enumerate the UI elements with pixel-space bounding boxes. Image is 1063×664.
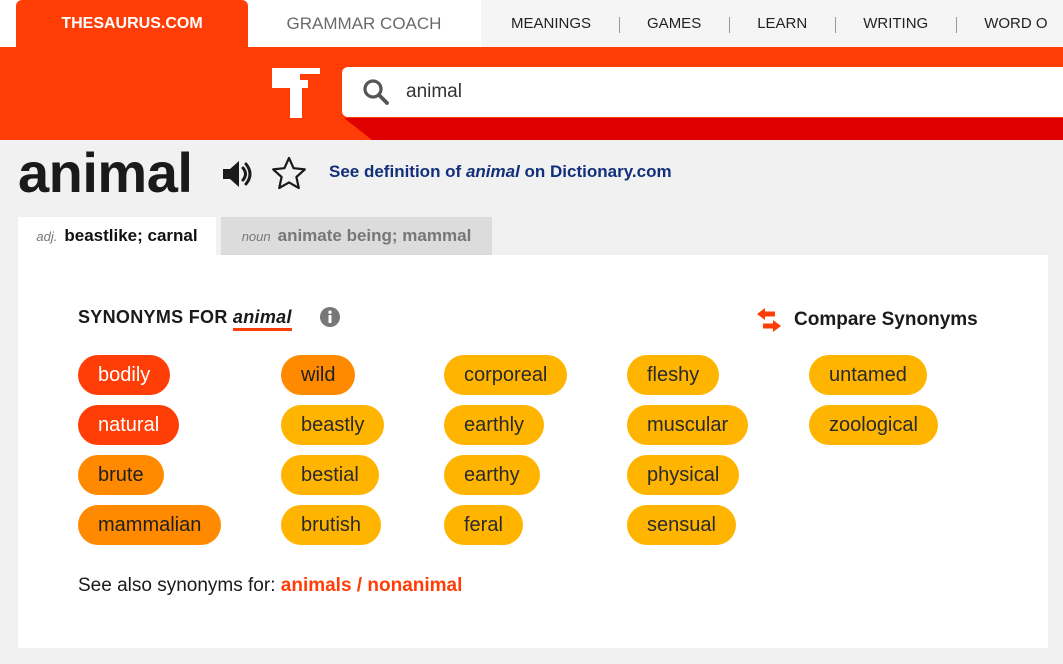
compare-synonyms-button[interactable]: Compare Synonyms (755, 307, 978, 333)
synonym-pill-mammalian[interactable]: mammalian (78, 505, 222, 545)
synonym-pill-brutish[interactable]: brutish (281, 505, 382, 545)
synonym-pill-earthy[interactable]: earthy (444, 455, 540, 495)
tab-sense-label: beastlike; carnal (64, 226, 198, 245)
synonym-pill-zoological[interactable]: zoological (809, 405, 938, 445)
synonym-pill-brute[interactable]: brute (78, 455, 164, 495)
search-icon[interactable] (362, 78, 390, 106)
synonym-pill-untamed[interactable]: untamed (809, 355, 927, 395)
synonym-pill-natural[interactable]: natural (78, 405, 180, 445)
synonym-pill-bestial[interactable]: bestial (281, 455, 379, 495)
tab-noun[interactable]: noun animate being; mammal (221, 217, 492, 255)
synonym-pill-earthly[interactable]: earthly (444, 405, 545, 445)
nav-link-games[interactable]: GAMES (619, 15, 729, 33)
top-nav: THESAURUS.COM GRAMMAR COACH MEANINGS GAM… (0, 0, 1063, 47)
synonym-pill-feral[interactable]: feral (444, 505, 523, 545)
see-also-link-animals[interactable]: animals (281, 575, 352, 596)
brand-tab[interactable]: THESAURUS.COM (16, 0, 248, 47)
synonyms-heading-prefix: SYNONYMS FOR (78, 307, 233, 327)
synonym-pill-physical[interactable]: physical (627, 455, 740, 495)
headword-title: animal (18, 141, 193, 204)
tab-sense-label: animate being; mammal (277, 226, 472, 245)
nav-links: MEANINGS GAMES LEARN WRITING WORD O (481, 0, 1063, 47)
tab-adjective[interactable]: adj. beastlike; carnal (18, 217, 216, 255)
dictionary-definition-link[interactable]: See definition of animal on Dictionary.c… (329, 162, 672, 182)
synonyms-headword: animal (232, 307, 292, 331)
synonym-pill-corporeal[interactable]: corporeal (444, 355, 568, 395)
see-also-separator: / (351, 575, 368, 596)
synonym-pill-muscular[interactable]: muscular (627, 405, 749, 445)
synonym-pill-sensual[interactable]: sensual (627, 505, 736, 545)
info-icon[interactable] (320, 307, 340, 327)
def-link-prefix: See definition of (329, 162, 466, 181)
synonym-pill-beastly[interactable]: beastly (281, 405, 385, 445)
def-link-suffix: on Dictionary.com (519, 162, 672, 181)
see-also-prefix: See also synonyms for: (78, 575, 281, 596)
grammar-coach-tab[interactable]: GRAMMAR COACH (248, 0, 480, 47)
nav-link-word-of-the-day[interactable]: WORD O (956, 15, 1063, 33)
see-also-link-nonanimal[interactable]: nonanimal (367, 575, 462, 596)
synonyms-heading: SYNONYMS FOR animal (78, 307, 292, 331)
nav-link-meanings[interactable]: MEANINGS (481, 15, 619, 32)
synonym-pill-wild[interactable]: wild (281, 355, 356, 395)
star-icon[interactable] (270, 155, 308, 191)
search-input[interactable] (404, 80, 1008, 104)
nav-link-writing[interactable]: WRITING (835, 15, 956, 33)
tab-pos-label: noun (241, 228, 271, 244)
synonyms-card: SYNONYMS FOR animal Compare Synonyms bod… (18, 255, 1048, 648)
search-box[interactable] (342, 67, 1063, 117)
synonym-pill-fleshy[interactable]: fleshy (627, 355, 720, 395)
compare-arrows-icon (757, 308, 781, 332)
compare-synonyms-label: Compare Synonyms (794, 309, 978, 330)
def-link-word: animal (465, 162, 520, 181)
thesaurus-logo-icon[interactable] (270, 66, 324, 120)
tab-pos-label: adj. (36, 228, 58, 244)
speaker-icon[interactable] (221, 158, 255, 190)
nav-link-learn[interactable]: LEARN (729, 15, 835, 33)
synonym-pill-bodily[interactable]: bodily (78, 355, 171, 395)
see-also-row: See also synonyms for: animals / nonanim… (78, 575, 462, 597)
